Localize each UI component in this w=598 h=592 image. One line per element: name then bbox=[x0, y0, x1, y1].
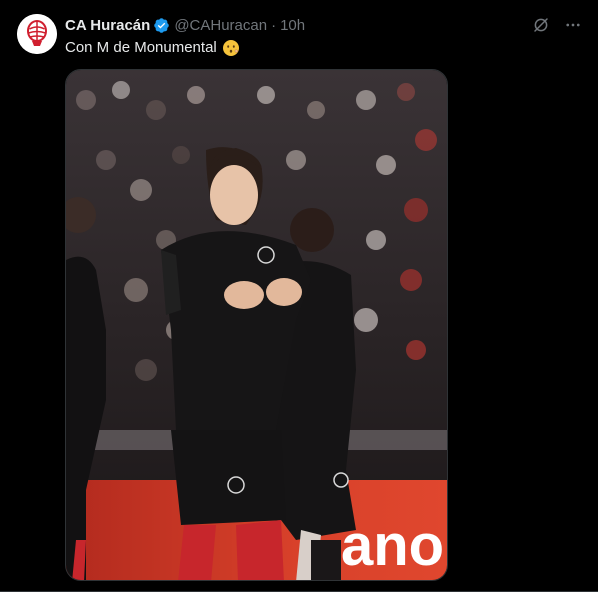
timestamp[interactable]: 10h bbox=[280, 17, 305, 34]
verified-badge-icon bbox=[153, 17, 170, 34]
tweet-text: Con M de Monumental bbox=[65, 38, 240, 58]
tweet-text-content: Con M de Monumental bbox=[65, 39, 217, 56]
banner-text: ano bbox=[341, 513, 444, 578]
tweet-photo[interactable]: ano bbox=[65, 69, 448, 581]
avatar[interactable] bbox=[17, 14, 57, 54]
tweet-card[interactable]: CA Huracán @CAHuracan · 10h Con M de Mon… bbox=[0, 0, 598, 592]
grok-icon[interactable] bbox=[530, 14, 552, 36]
football-players-photo: ano bbox=[66, 70, 447, 580]
author-name[interactable]: CA Huracán bbox=[65, 17, 150, 34]
tweet-header: CA Huracán @CAHuracan · 10h bbox=[65, 15, 305, 35]
more-options-icon[interactable] bbox=[562, 14, 584, 36]
tweet-actions bbox=[530, 14, 584, 36]
huracan-crest-icon bbox=[17, 14, 57, 54]
author-handle[interactable]: @CAHuracan bbox=[174, 17, 267, 34]
separator-dot: · bbox=[271, 16, 277, 34]
hushed-face-emoji-icon bbox=[222, 39, 240, 57]
